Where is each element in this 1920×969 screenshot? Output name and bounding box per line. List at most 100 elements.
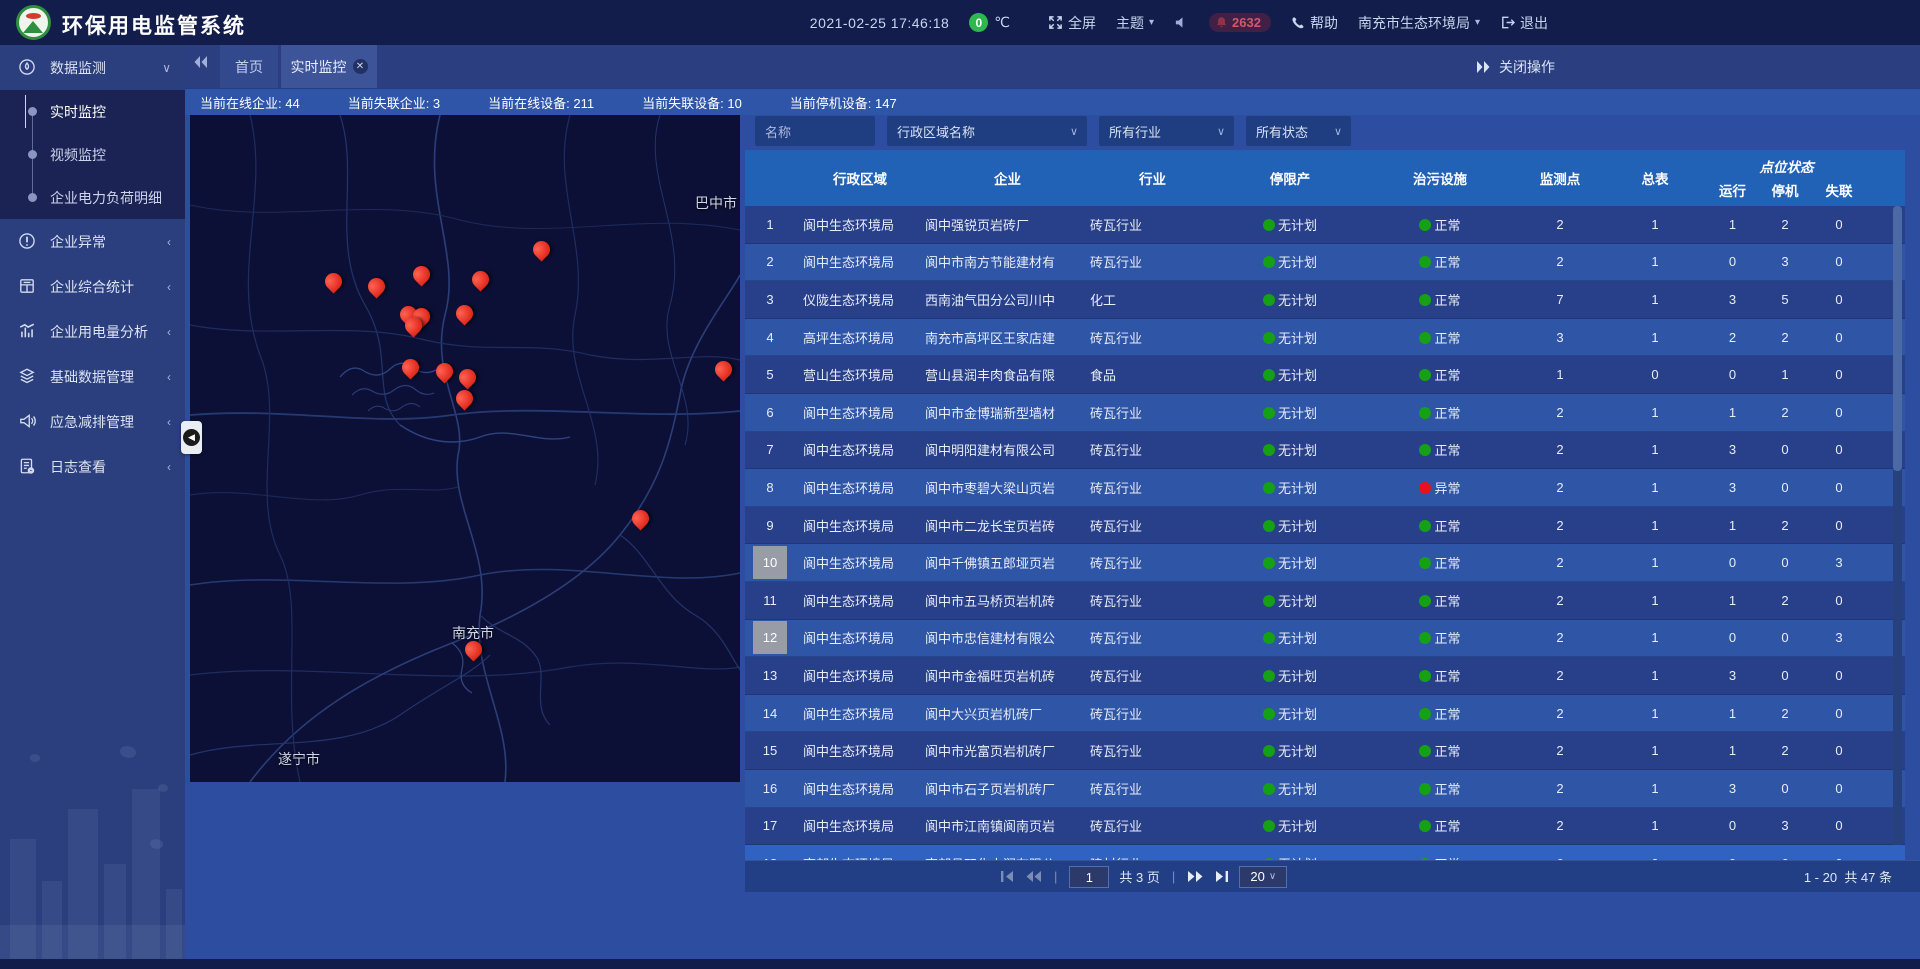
cell-total-meters: 1 bbox=[1605, 292, 1705, 307]
chevron-down-icon: ∨ bbox=[1217, 125, 1225, 138]
table-row[interactable]: 1阆中生态环境局阆中强锐页岩砖厂砖瓦行业无计划正常21120 bbox=[745, 206, 1905, 244]
content-area: 首页 实时监控 ✕ 关闭操作 当前在线企业: 44当前失联企业: 3当前在线设备… bbox=[185, 45, 1920, 969]
row-index: 6 bbox=[745, 396, 795, 429]
table-row[interactable]: 11阆中生态环境局阆中市五马桥页岩机砖砖瓦行业无计划正常21120 bbox=[745, 582, 1905, 620]
sidebar-item-4[interactable]: 基础数据管理‹ bbox=[0, 354, 185, 399]
help-button[interactable]: 帮助 bbox=[1291, 13, 1338, 33]
cell-stopped: 0 bbox=[1760, 442, 1810, 457]
cell-running: 3 bbox=[1705, 292, 1760, 307]
sidebar-item-0[interactable]: 数据监测 ∨ bbox=[0, 45, 185, 90]
table-row[interactable]: 17阆中生态环境局阆中市江南镇阆南页岩砖瓦行业无计划正常21030 bbox=[745, 808, 1905, 846]
notification-badge[interactable]: 2632 bbox=[1209, 13, 1271, 32]
map-panel[interactable]: 巴中市南充市遂宁市 ◀ bbox=[190, 115, 740, 782]
cell-region: 阆中生态环境局 bbox=[795, 440, 925, 459]
cell-running: 0 bbox=[1705, 254, 1760, 269]
table-row[interactable]: 16阆中生态环境局阆中市石子页岩机砖厂砖瓦行业无计划正常21300 bbox=[745, 770, 1905, 808]
log-icon bbox=[18, 457, 36, 475]
table-panel: 名称 行政区域名称 ∨ 所有行业 ∨ 所有状态 ∨ bbox=[745, 115, 1920, 969]
scrollbar-thumb[interactable] bbox=[1893, 206, 1902, 471]
cell-facility-status: 正常 bbox=[1365, 628, 1515, 647]
cell-region: 阆中生态环境局 bbox=[795, 478, 925, 497]
fullscreen-button[interactable]: 全屏 bbox=[1048, 13, 1096, 33]
tab-scroll-left-button[interactable] bbox=[193, 55, 209, 74]
sidebar-item-1[interactable]: 企业异常‹ bbox=[0, 219, 185, 264]
page-size-select[interactable]: 20 ∨ bbox=[1239, 866, 1287, 888]
table-row[interactable]: 14阆中生态环境局阆中大兴页岩机砖厂砖瓦行业无计划正常21120 bbox=[745, 695, 1905, 733]
chevron-down-icon: ∨ bbox=[162, 61, 171, 75]
cell-facility-status: 正常 bbox=[1365, 365, 1515, 384]
logout-button[interactable]: 退出 bbox=[1500, 13, 1548, 33]
table-row[interactable]: 12阆中生态环境局阆中市忠信建材有限公砖瓦行业无计划正常21003 bbox=[745, 620, 1905, 658]
tab-home[interactable]: 首页 bbox=[220, 45, 278, 88]
prev-page-button[interactable] bbox=[1025, 870, 1042, 883]
app-logo-icon bbox=[16, 5, 51, 40]
row-index: 5 bbox=[745, 358, 795, 391]
total-pages-label: 共 3 页 bbox=[1119, 867, 1159, 886]
region-select[interactable]: 行政区域名称 ∨ bbox=[887, 116, 1087, 146]
cell-total-meters: 1 bbox=[1605, 254, 1705, 269]
cell-total-meters: 1 bbox=[1605, 706, 1705, 721]
table-row[interactable]: 7阆中生态环境局阆中明阳建材有限公司砖瓦行业无计划正常21300 bbox=[745, 432, 1905, 470]
cell-disconnected: 0 bbox=[1810, 405, 1868, 420]
cell-running: 0 bbox=[1705, 818, 1760, 833]
row-index: 9 bbox=[745, 509, 795, 542]
table-row[interactable]: 5营山生态环境局营山县润丰肉食品有限食品无计划正常10010 bbox=[745, 356, 1905, 394]
cell-region: 营山生态环境局 bbox=[795, 365, 925, 384]
name-search-input[interactable]: 名称 bbox=[755, 116, 875, 146]
cell-running: 1 bbox=[1705, 217, 1760, 232]
table-row[interactable]: 6阆中生态环境局阆中市金博瑞新型墙材砖瓦行业无计划正常21120 bbox=[745, 394, 1905, 432]
table-row[interactable]: 13阆中生态环境局阆中市金福旺页岩机砖砖瓦行业无计划正常21300 bbox=[745, 657, 1905, 695]
close-operations-button[interactable]: 关闭操作 bbox=[1475, 45, 1555, 88]
cell-industry: 砖瓦行业 bbox=[1090, 741, 1215, 760]
cell-stop-plan: 无计划 bbox=[1215, 553, 1365, 572]
sidebar-item-3[interactable]: 企业用电量分析‹ bbox=[0, 309, 185, 354]
status-dot-green bbox=[1419, 219, 1431, 231]
industry-select[interactable]: 所有行业 ∨ bbox=[1099, 116, 1234, 146]
first-page-icon bbox=[1000, 870, 1015, 883]
cell-stop-plan: 无计划 bbox=[1215, 478, 1365, 497]
table-row[interactable]: 4高坪生态环境局南充市高坪区王家店建砖瓦行业无计划正常31220 bbox=[745, 319, 1905, 357]
sidebar-subitem-1[interactable]: 视频监控 bbox=[0, 133, 185, 176]
cell-monitor-points: 2 bbox=[1515, 668, 1605, 683]
table-row[interactable]: 3仪陇生态环境局西南油气田分公司川中化工无计划正常71350 bbox=[745, 281, 1905, 319]
sidebar-item-6[interactable]: 日志查看‹ bbox=[0, 444, 185, 489]
row-index: 13 bbox=[745, 659, 795, 692]
cell-total-meters: 1 bbox=[1605, 330, 1705, 345]
cell-company: 阆中大兴页岩机砖厂 bbox=[925, 704, 1090, 723]
status-select[interactable]: 所有状态 ∨ bbox=[1246, 116, 1351, 146]
status-dot-green bbox=[1263, 632, 1275, 644]
table-row[interactable]: 2阆中生态环境局阆中市南方节能建材有砖瓦行业无计划正常21030 bbox=[745, 244, 1905, 282]
subcolumn-header-0: 运行 bbox=[1705, 180, 1760, 200]
sidebar-item-5[interactable]: 应急减排管理‹ bbox=[0, 399, 185, 444]
table-row[interactable]: 8阆中生态环境局阆中市枣碧大梁山页岩砖瓦行业无计划异常21300 bbox=[745, 469, 1905, 507]
sidebar-item-label: 数据监测 bbox=[50, 58, 106, 78]
cell-region: 阆中生态环境局 bbox=[795, 252, 925, 271]
org-dropdown[interactable]: 南充市生态环境局▾ bbox=[1358, 13, 1480, 33]
tab-close-icon[interactable]: ✕ bbox=[353, 59, 368, 74]
page-number-input[interactable]: 1 bbox=[1069, 866, 1109, 888]
mute-button[interactable] bbox=[1174, 15, 1189, 30]
sidebar-subitem-2[interactable]: 企业电力负荷明细 bbox=[0, 176, 185, 219]
status-dot-green bbox=[1263, 595, 1275, 607]
chart-icon bbox=[18, 322, 36, 340]
sidebar-item-2[interactable]: 企业综合统计‹ bbox=[0, 264, 185, 309]
cell-monitor-points: 2 bbox=[1515, 405, 1605, 420]
table-row[interactable]: 15阆中生态环境局阆中市光富页岩机砖厂砖瓦行业无计划正常21120 bbox=[745, 732, 1905, 770]
sidebar-subitem-0[interactable]: 实时监控 bbox=[0, 90, 185, 133]
cell-industry: 砖瓦行业 bbox=[1090, 215, 1215, 234]
cell-disconnected: 0 bbox=[1810, 480, 1868, 495]
map-collapse-handle[interactable]: ◀ bbox=[181, 421, 202, 454]
stat-item-2: 当前在线设备: 211 bbox=[488, 93, 594, 112]
status-dot-green bbox=[1263, 219, 1275, 231]
last-page-button[interactable] bbox=[1214, 870, 1229, 883]
theme-dropdown[interactable]: 主题▾ bbox=[1116, 13, 1154, 33]
table-scrollbar[interactable] bbox=[1893, 206, 1902, 845]
next-page-button[interactable] bbox=[1187, 870, 1204, 883]
first-page-button[interactable] bbox=[1000, 870, 1015, 883]
cell-company: 阆中市光富页岩机砖厂 bbox=[925, 741, 1090, 760]
stats-icon bbox=[18, 277, 36, 295]
tab-realtime-monitor[interactable]: 实时监控 ✕ bbox=[281, 45, 377, 88]
cell-stopped: 3 bbox=[1760, 818, 1810, 833]
table-row[interactable]: 9阆中生态环境局阆中市二龙长宝页岩砖砖瓦行业无计划正常21120 bbox=[745, 507, 1905, 545]
table-row[interactable]: 10阆中生态环境局阆中千佛镇五郎垭页岩砖瓦行业无计划正常21003 bbox=[745, 544, 1905, 582]
